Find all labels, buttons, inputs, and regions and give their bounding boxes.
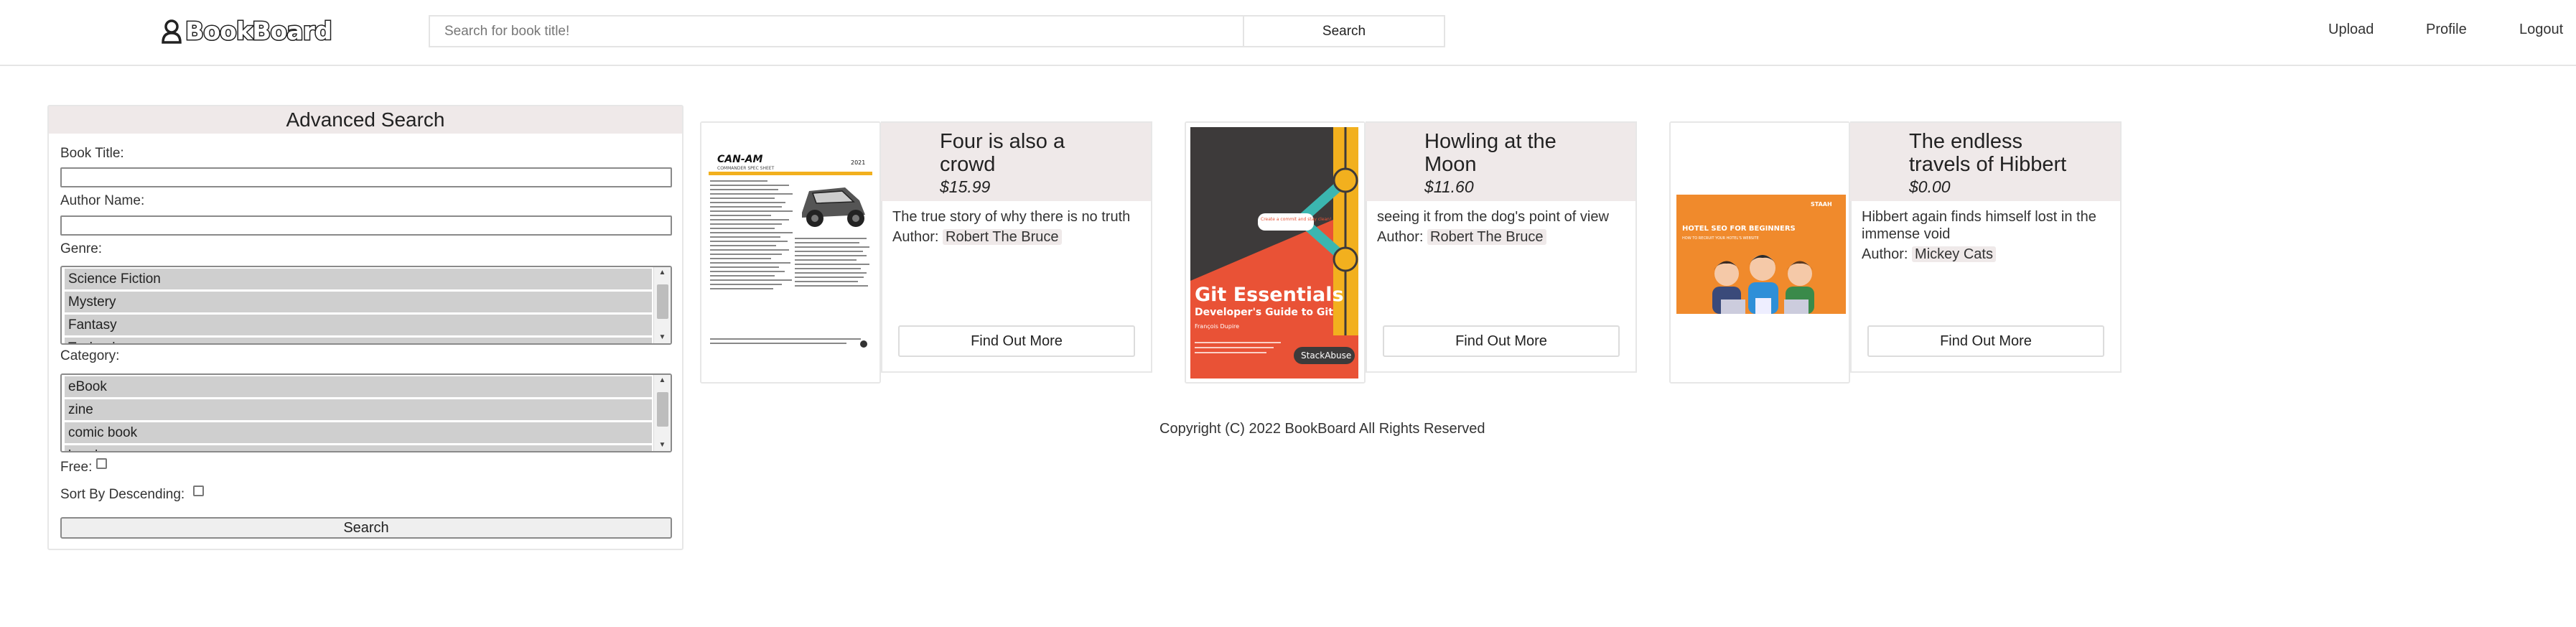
- genre-option[interactable]: Mystery: [65, 292, 652, 312]
- cover-title: HOTEL SEO FOR BEGINNERS: [1682, 225, 1796, 233]
- user-icon: [162, 19, 182, 44]
- sort-descending-label: Sort By Descending:: [60, 487, 185, 502]
- category-option[interactable]: eBook: [65, 376, 652, 397]
- author-name-input[interactable]: [60, 215, 672, 236]
- cover-subtitle: Developer's Guide to Git: [1195, 307, 1333, 318]
- book-cover-image: CAN-AM COMMANDER SPEC SHEET 2021: [701, 123, 879, 382]
- people-illustration: [1712, 255, 1814, 314]
- find-out-more-button[interactable]: Find Out More: [1867, 325, 2104, 357]
- book-author: Author: Robert The Bruce: [892, 229, 1062, 246]
- top-navbar: BookBoard Search Upload Profile Logout: [0, 0, 2576, 66]
- advanced-search-title: Advanced Search: [49, 106, 682, 134]
- cover-subtitle: COMMANDER SPEC SHEET: [717, 166, 775, 171]
- book-description: seeing it from the dog's point of view: [1377, 209, 1609, 225]
- book-cover-image: Create a commit and stay clean! Git Esse…: [1186, 123, 1364, 382]
- advanced-search-button[interactable]: Search: [60, 517, 672, 539]
- advanced-search-panel: Advanced Search Book Title: Author Name:…: [47, 105, 683, 550]
- cover-bubble: Create a commit and stay clean!: [1261, 217, 1331, 222]
- sort-descending-checkbox[interactable]: [193, 486, 204, 496]
- category-option[interactable]: zine: [65, 399, 652, 420]
- genre-option[interactable]: Fantasy: [65, 315, 652, 335]
- book-price: $0.00: [1909, 177, 1951, 196]
- genre-scrollbar[interactable]: ▲ ▼: [653, 267, 671, 343]
- free-checkbox[interactable]: [96, 458, 107, 469]
- book-card-body: Hibbert again finds himself lost in the …: [1850, 201, 2122, 373]
- find-out-more-button[interactable]: Find Out More: [898, 325, 1135, 357]
- nav-upload-link[interactable]: Upload: [2328, 22, 2374, 38]
- author-name[interactable]: Robert The Bruce: [1427, 229, 1546, 245]
- book-cover[interactable]: STAAH HOTEL SEO FOR BEGINNERS HOW TO REC…: [1669, 121, 1850, 384]
- footer-copyright: Copyright (C) 2022 BookBoard All Rights …: [1159, 421, 1485, 437]
- book-title[interactable]: Four is also a crowd: [940, 130, 1119, 176]
- search-button[interactable]: Search: [1243, 15, 1445, 47]
- author-name[interactable]: Robert The Bruce: [943, 229, 1062, 245]
- book-card-header: Howling at the Moon $11.60: [1366, 121, 1637, 201]
- scroll-up-icon[interactable]: ▲: [654, 375, 671, 386]
- cover-subtitle: HOW TO RECRUIT YOUR HOTEL'S WEBSITE: [1682, 236, 1759, 241]
- genre-listbox[interactable]: Science Fiction Mystery Fantasy Technolo…: [60, 266, 672, 345]
- scroll-thumb[interactable]: [657, 392, 668, 427]
- book-title[interactable]: Howling at the Moon: [1424, 130, 1604, 176]
- book-price: $11.60: [1424, 177, 1474, 196]
- book-cover-image: STAAH HOTEL SEO FOR BEGINNERS HOW TO REC…: [1671, 123, 1849, 382]
- author-prefix: Author:: [1377, 229, 1424, 245]
- cover-year: 2021: [851, 159, 865, 166]
- genre-label: Genre:: [60, 241, 103, 256]
- search-input[interactable]: [429, 15, 1243, 47]
- book-title[interactable]: The endless travels of Hibbert: [1909, 130, 2089, 176]
- free-label: Free:: [60, 460, 93, 475]
- scroll-down-icon[interactable]: ▼: [654, 332, 671, 343]
- book-card-body: The true story of why there is no truth …: [881, 201, 1152, 373]
- book-author: Author: Robert The Bruce: [1377, 229, 1546, 246]
- book-card-header: The endless travels of Hibbert $0.00: [1850, 121, 2122, 201]
- category-label: Category:: [60, 348, 120, 363]
- genre-option[interactable]: Technology: [65, 338, 652, 343]
- cover-brand: STAAH: [1811, 201, 1832, 208]
- scroll-thumb[interactable]: [657, 284, 668, 319]
- author-name[interactable]: Mickey Cats: [1912, 246, 1996, 262]
- logo-text: BookBoard: [184, 17, 333, 47]
- book-card: CAN-AM COMMANDER SPEC SHEET 2021 Four is…: [700, 121, 1152, 384]
- scroll-down-icon[interactable]: ▼: [654, 440, 671, 451]
- category-option[interactable]: comic book: [65, 422, 652, 443]
- book-card: Create a commit and stay clean! Git Esse…: [1185, 121, 1637, 384]
- cover-author: François Dupire: [1195, 323, 1239, 330]
- scroll-up-icon[interactable]: ▲: [654, 267, 671, 279]
- book-author: Author: Mickey Cats: [1862, 246, 1996, 263]
- category-scrollbar[interactable]: ▲ ▼: [653, 375, 671, 451]
- find-out-more-button[interactable]: Find Out More: [1383, 325, 1620, 357]
- book-card: STAAH HOTEL SEO FOR BEGINNERS HOW TO REC…: [1669, 121, 2122, 384]
- book-description: Hibbert again finds himself lost in the …: [1862, 209, 2096, 242]
- cover-brand: CAN-AM: [717, 154, 762, 165]
- book-price: $15.99: [940, 177, 991, 196]
- genre-option[interactable]: Science Fiction: [65, 269, 652, 289]
- book-title-input[interactable]: [60, 167, 672, 187]
- cover-badge: StackAbuse: [1301, 350, 1351, 361]
- category-listbox[interactable]: eBook zine comic book brochure ▲ ▼: [60, 373, 672, 452]
- book-card-header: Four is also a crowd $15.99: [881, 121, 1152, 201]
- book-title-label: Book Title:: [60, 146, 124, 161]
- nav-profile-link[interactable]: Profile: [2426, 22, 2467, 38]
- book-card-body: seeing it from the dog's point of view A…: [1366, 201, 1637, 373]
- book-cover[interactable]: CAN-AM COMMANDER SPEC SHEET 2021: [700, 121, 881, 384]
- category-option[interactable]: brochure: [65, 445, 652, 451]
- logo[interactable]: BookBoard: [161, 16, 333, 47]
- author-name-label: Author Name:: [60, 193, 145, 208]
- author-prefix: Author:: [1862, 246, 1908, 262]
- book-description: The true story of why there is no truth: [892, 209, 1131, 225]
- nav-logout-link[interactable]: Logout: [2519, 22, 2563, 38]
- book-cover[interactable]: Create a commit and stay clean! Git Esse…: [1185, 121, 1366, 384]
- author-prefix: Author:: [892, 229, 939, 245]
- cover-title: Git Essentials: [1195, 284, 1344, 306]
